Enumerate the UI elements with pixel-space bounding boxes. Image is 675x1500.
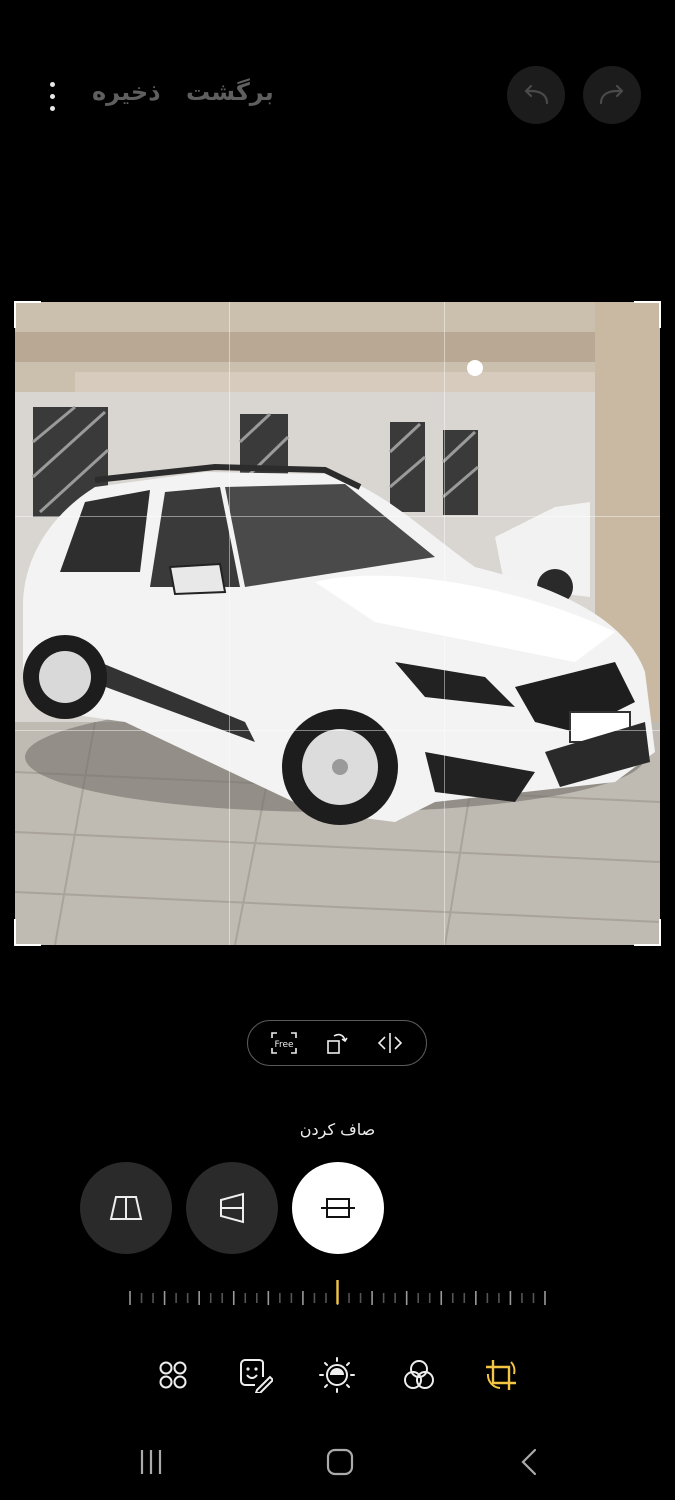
system-back-button[interactable]: [500, 1440, 560, 1484]
rotate-icon: [327, 1033, 348, 1054]
flip-icon: [377, 1033, 402, 1053]
brightness-icon: [319, 1357, 355, 1393]
recent-apps-icon: [140, 1450, 162, 1474]
four-circles-icon: [159, 1361, 187, 1389]
undo-button[interactable]: [507, 66, 565, 124]
photo-canvas[interactable]: [15, 302, 660, 945]
flip-button[interactable]: [370, 1023, 410, 1063]
crop-handle-bottom-right[interactable]: [632, 917, 662, 947]
free-ratio-button[interactable]: Free: [264, 1023, 304, 1063]
crop-tool-button[interactable]: [478, 1352, 524, 1398]
sticker-tool-button[interactable]: [232, 1352, 278, 1398]
effects-tool-button[interactable]: [150, 1352, 196, 1398]
redo-icon: [599, 84, 624, 105]
filters-icon: [404, 1360, 434, 1389]
undo-icon: [524, 84, 549, 105]
filters-tool-button[interactable]: [396, 1352, 442, 1398]
more-vert-icon: [49, 81, 55, 87]
crop-handle-bottom-left[interactable]: [13, 917, 43, 947]
perspective-horizontal-icon: [220, 1192, 244, 1224]
vertical-perspective-button[interactable]: [80, 1162, 172, 1254]
free-ratio-icon: Free: [271, 1032, 298, 1054]
more-options-button[interactable]: [36, 76, 68, 116]
crop-handle-top-left[interactable]: [13, 300, 43, 330]
perspective-vertical-icon: [109, 1196, 143, 1220]
back-button[interactable]: برگشت: [186, 78, 274, 106]
straighten-button[interactable]: [292, 1162, 384, 1254]
recent-apps-button[interactable]: [121, 1440, 181, 1484]
grid-line: [229, 302, 230, 945]
home-button[interactable]: [310, 1440, 370, 1484]
redo-button[interactable]: [583, 66, 641, 124]
crop-rotate-icon: [486, 1360, 516, 1390]
transform-mode-label: صاف کردن: [299, 1120, 376, 1139]
straighten-slider[interactable]: [125, 1278, 550, 1318]
straighten-icon: [321, 1198, 355, 1218]
save-button[interactable]: ذخیره: [92, 78, 161, 106]
car-photo: [15, 302, 660, 945]
grid-line: [15, 730, 660, 731]
sticker-pen-icon: [240, 1359, 273, 1393]
home-icon: [326, 1448, 354, 1476]
crop-handle-top-right[interactable]: [632, 300, 662, 330]
grid-line: [15, 516, 660, 517]
crop-tools-bar: Free: [247, 1020, 427, 1066]
grid-line: [444, 302, 445, 945]
rotate-button[interactable]: [317, 1023, 357, 1063]
adjust-tool-button[interactable]: [314, 1352, 360, 1398]
horizontal-perspective-button[interactable]: [186, 1162, 278, 1254]
svg-text:Free: Free: [275, 1040, 295, 1050]
chevron-left-icon: [521, 1448, 537, 1476]
